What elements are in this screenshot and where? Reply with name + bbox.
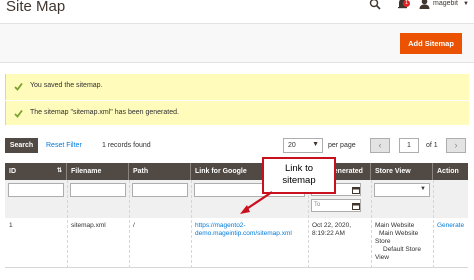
store-website: Main Website xyxy=(375,222,415,229)
success-message: The sitemap "sitemap.xml" has been gener… xyxy=(5,101,469,125)
page-number-input[interactable]: 1 xyxy=(399,138,419,153)
check-icon xyxy=(14,109,23,118)
column-divider xyxy=(433,180,434,268)
username[interactable]: magebit xyxy=(433,0,458,7)
cell-filename: sitemap.xml xyxy=(71,222,106,229)
column-label: Path xyxy=(133,168,149,175)
sitemap-link[interactable]: https://magento2- demo.mageintip.com/sit… xyxy=(195,222,292,238)
previous-page-button[interactable]: ‹ xyxy=(370,138,390,153)
store-view-name: Default Store xyxy=(383,246,421,253)
store-name-cont: Store xyxy=(375,238,391,245)
store-view-name-cont: View xyxy=(375,254,389,261)
reset-filter-link[interactable]: Reset Filter xyxy=(46,142,82,149)
chevron-down-icon[interactable]: ▼ xyxy=(463,1,469,7)
chevron-down-icon: ▼ xyxy=(420,186,426,192)
cell-store-view: Main Website Main Website Store Default … xyxy=(375,222,421,262)
column-divider xyxy=(129,180,130,268)
column-label: Filename xyxy=(71,168,102,175)
path-filter-input[interactable] xyxy=(132,183,188,197)
store-name: Main Website xyxy=(379,230,419,237)
calendar-icon[interactable] xyxy=(352,186,360,194)
calendar-icon[interactable] xyxy=(352,202,360,210)
page-title: Site Map xyxy=(6,0,66,15)
id-filter-input[interactable] xyxy=(8,183,64,197)
notification-badge: 1 xyxy=(403,0,410,7)
column-divider xyxy=(371,180,372,268)
page-count: of 1 xyxy=(426,142,438,149)
search-button[interactable]: Search xyxy=(5,138,38,153)
column-label: ID xyxy=(9,168,16,175)
add-sitemap-button[interactable]: Add Sitemap xyxy=(400,33,462,54)
store-view-select[interactable]: ▼ xyxy=(374,183,430,197)
per-page-value: 20 xyxy=(288,142,296,149)
column-label: Link for Google xyxy=(195,168,247,175)
cell-path: / xyxy=(133,222,135,229)
callout-line: sitemap xyxy=(282,175,316,186)
annotation-callout: Link to sitemap xyxy=(262,157,336,194)
sitemap-link-line: https://magento2- xyxy=(195,222,246,229)
generated-time: 8:19:22 AM xyxy=(312,230,345,237)
column-header-filename[interactable]: Filename xyxy=(67,163,129,180)
per-page-select[interactable]: 20 ▼ xyxy=(283,138,323,153)
column-divider xyxy=(191,180,192,268)
filename-filter-input[interactable] xyxy=(70,183,126,197)
per-page-label: per page xyxy=(328,142,356,149)
column-header-path[interactable]: Path xyxy=(129,163,191,180)
sort-arrows-icon: ⇅ xyxy=(56,168,62,174)
generate-action-link[interactable]: Generate xyxy=(437,222,464,230)
user-icon[interactable] xyxy=(419,0,430,9)
column-header-id[interactable]: ID ⇅ xyxy=(5,163,67,180)
generated-date: Oct 22, 2020, xyxy=(312,222,352,229)
success-message: You saved the sitemap. xyxy=(5,74,469,100)
cell-last-generated: Oct 22, 2020, 8:19:22 AM xyxy=(312,222,351,238)
column-header-action: Action xyxy=(433,163,468,180)
cell-id: 1 xyxy=(9,222,13,229)
sitemap-link-line: demo.mageintip.com/sitemap.xml xyxy=(195,230,292,237)
records-found: 1 records found xyxy=(102,142,151,149)
next-page-button[interactable]: › xyxy=(446,138,466,153)
message-text: The sitemap "sitemap.xml" has been gener… xyxy=(30,109,179,116)
check-icon xyxy=(14,82,23,91)
column-label: Store View xyxy=(375,168,411,175)
column-label: Action xyxy=(437,168,459,175)
column-divider xyxy=(67,180,68,268)
message-text: You saved the sitemap. xyxy=(30,82,103,89)
callout-line: Link to xyxy=(285,163,313,174)
column-header-store-view[interactable]: Store View xyxy=(371,163,433,180)
search-icon[interactable] xyxy=(369,0,381,10)
chevron-down-icon: ▼ xyxy=(312,141,319,148)
